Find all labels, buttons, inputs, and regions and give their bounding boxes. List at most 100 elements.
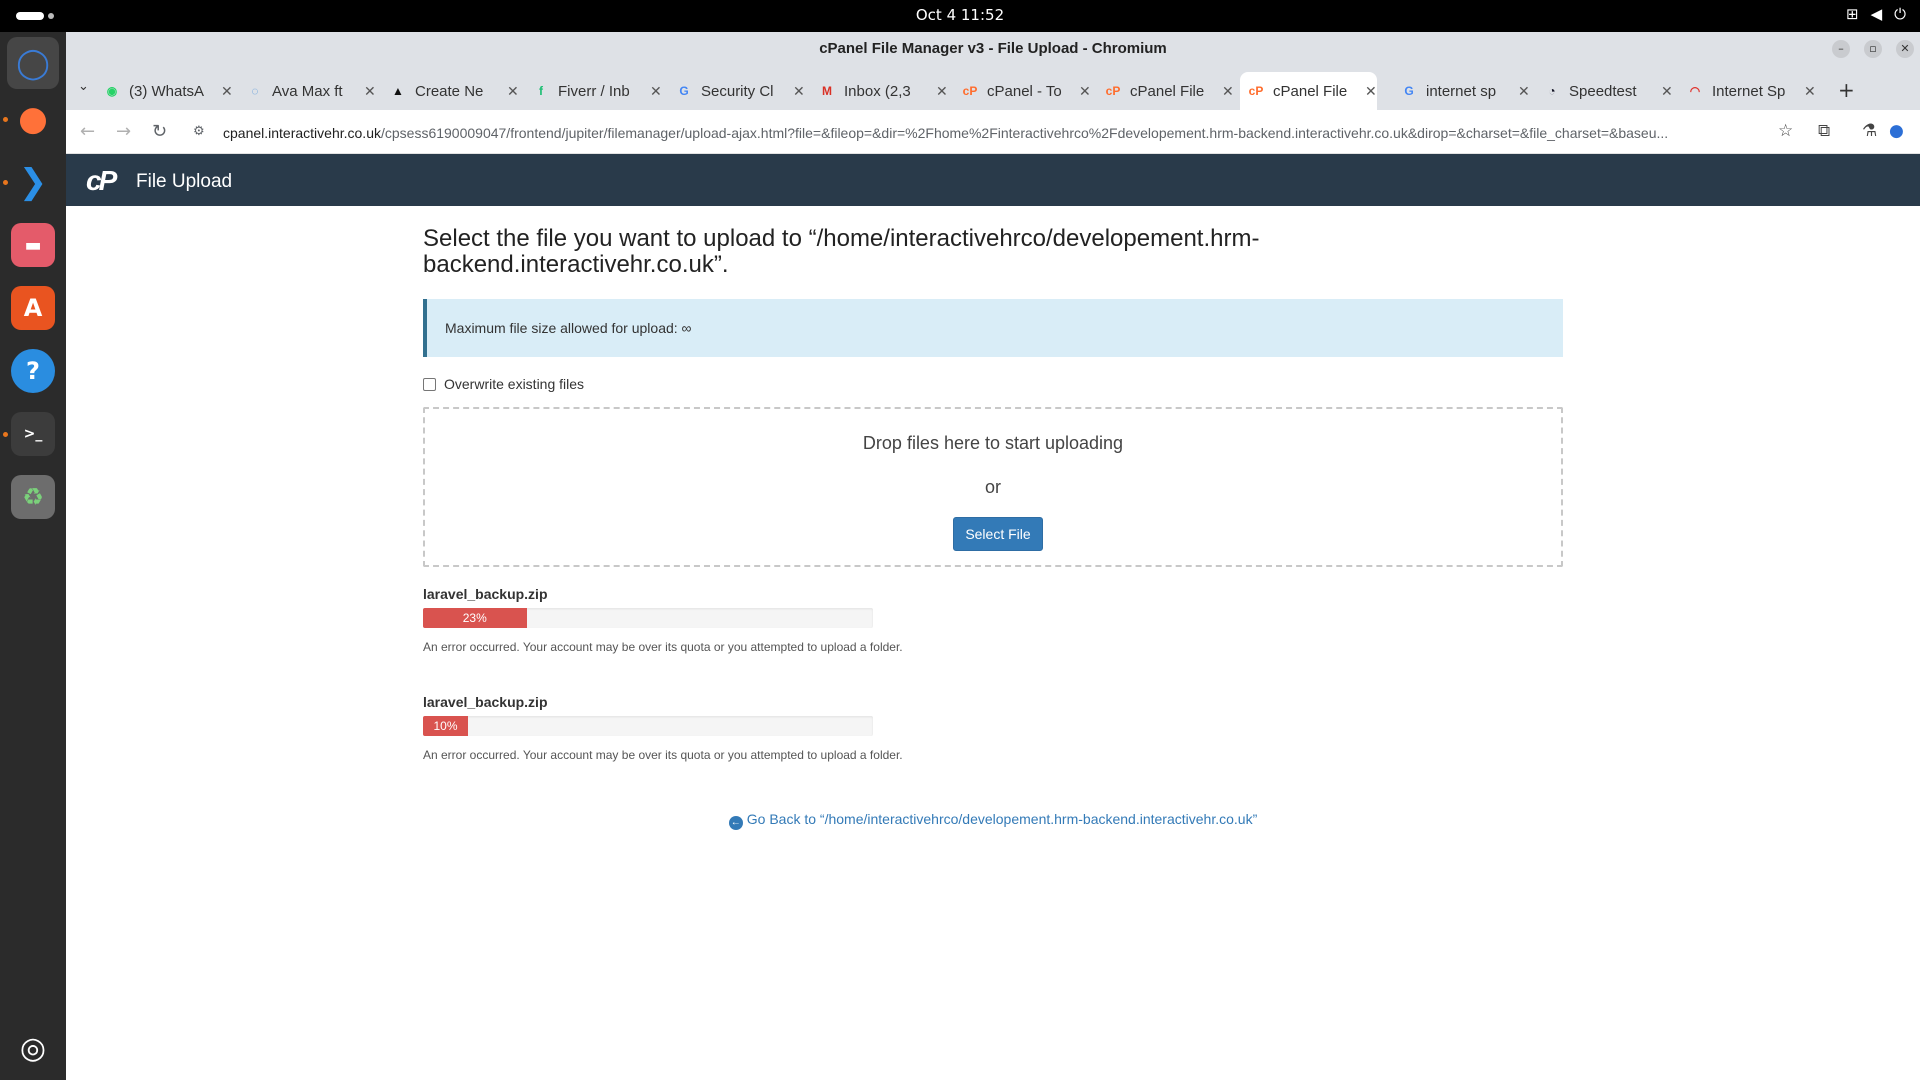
vscode-icon[interactable]: ❯ bbox=[11, 160, 55, 204]
close-tab-icon[interactable]: ✕ bbox=[936, 83, 948, 100]
google-icon: G bbox=[679, 84, 689, 98]
upload-destination-heading: Select the file you want to upload to “/… bbox=[423, 225, 1260, 278]
upload-progress-fill: 10% bbox=[423, 716, 468, 736]
overwrite-label: Overwrite existing files bbox=[444, 376, 585, 392]
browser-tab[interactable]: ◠ Internet Sp ✕ bbox=[1687, 72, 1816, 110]
tab-label: Fiverr / Inb bbox=[558, 82, 630, 100]
app-center-icon[interactable]: A bbox=[11, 286, 55, 330]
profile-avatar-icon[interactable]: ● bbox=[1889, 121, 1904, 141]
browser-tab[interactable]: f Fiverr / Inb ✕ bbox=[533, 72, 662, 110]
tab-search-chevron-icon[interactable]: ⌄ bbox=[78, 79, 89, 94]
file-dropzone[interactable]: Drop files here to start uploading or Se… bbox=[423, 407, 1563, 567]
close-tab-icon[interactable]: ✕ bbox=[221, 83, 233, 100]
bookmark-star-icon[interactable]: ☆ bbox=[1778, 121, 1793, 141]
system-tray[interactable]: ⊞ ◀ ⏻ bbox=[1846, 5, 1906, 23]
help-icon[interactable]: ? bbox=[11, 349, 55, 393]
google-icon: G bbox=[1404, 84, 1414, 98]
back-icon[interactable]: ← bbox=[80, 121, 95, 142]
or-separator: or bbox=[984, 477, 1001, 497]
firefox-icon[interactable]: ● bbox=[11, 97, 55, 141]
browser-tab[interactable]: ▲ Create Ne ✕ bbox=[390, 72, 519, 110]
browser-tab[interactable]: cP cPanel File ✕ bbox=[1240, 72, 1377, 110]
tab-label: Create Ne bbox=[415, 82, 484, 100]
close-tab-icon[interactable]: ✕ bbox=[793, 83, 805, 100]
network-icon[interactable]: ⊞ bbox=[1846, 5, 1859, 23]
files-icon[interactable]: ▬ bbox=[11, 223, 55, 267]
labs-flask-icon[interactable]: ⚗ bbox=[1862, 121, 1877, 141]
browser-tab[interactable]: M Inbox (2,3 ✕ bbox=[819, 72, 948, 110]
tab-label: cPanel File bbox=[1273, 82, 1348, 100]
power-icon[interactable]: ⏻ bbox=[1894, 5, 1906, 23]
close-tab-icon[interactable]: ✕ bbox=[1222, 83, 1234, 100]
upload-progress-bar: 23% bbox=[423, 608, 873, 628]
select-file-button[interactable]: Select File bbox=[953, 517, 1043, 551]
whatsapp-icon: ◉ bbox=[106, 84, 118, 98]
create-icon: ▲ bbox=[392, 84, 404, 98]
close-tab-icon[interactable]: ✕ bbox=[1518, 83, 1530, 100]
upload-progress-bar: 10% bbox=[423, 716, 873, 736]
upload-item: laravel_backup.zip 23% An error occurred… bbox=[423, 586, 903, 656]
fiverr-icon: f bbox=[539, 84, 543, 98]
tab-label: cPanel - To bbox=[987, 82, 1062, 100]
tab-label: Internet Sp bbox=[1712, 82, 1786, 100]
browser-tab[interactable]: cP cPanel File ✕ bbox=[1105, 72, 1234, 110]
close-tab-icon[interactable]: ✕ bbox=[1365, 83, 1377, 100]
tab-label: Speedtest bbox=[1569, 82, 1637, 100]
site-info-icon[interactable]: ⚙ bbox=[193, 124, 205, 139]
show-apps-icon[interactable]: ◎ bbox=[11, 1026, 55, 1070]
back-arrow-circle-icon: ← bbox=[728, 816, 743, 830]
new-tab-button[interactable]: + bbox=[1838, 78, 1855, 102]
cpanel-icon: cP bbox=[1105, 84, 1121, 98]
overwrite-checkbox[interactable] bbox=[423, 377, 436, 391]
reload-icon[interactable]: ↻ bbox=[152, 121, 167, 142]
browser-tab[interactable]: ◔ Speedtest ✕ bbox=[1544, 72, 1673, 110]
gmail-icon: M bbox=[822, 84, 832, 98]
menu-kebab-icon[interactable]: ⋮ bbox=[1916, 121, 1920, 141]
window-title: cPanel File Manager v3 - File Upload - C… bbox=[819, 40, 1167, 57]
close-tab-icon[interactable]: ✕ bbox=[364, 83, 376, 100]
trash-icon[interactable]: ♻ bbox=[11, 475, 55, 519]
chromium-icon[interactable]: ◯ bbox=[7, 37, 59, 89]
close-tab-icon[interactable]: ✕ bbox=[1661, 83, 1673, 100]
go-back-link[interactable]: ← Go Back to “/home/interactivehrco/devel… bbox=[66, 811, 1920, 830]
tab-label: Ava Max ft bbox=[272, 82, 343, 100]
tab-label: Security Cl bbox=[701, 82, 774, 100]
cpanel-icon: cP bbox=[1248, 84, 1264, 98]
minimize-icon[interactable]: – bbox=[1832, 40, 1850, 58]
browser-tab[interactable]: ◌ Ava Max ft ✕ bbox=[247, 72, 376, 110]
browser-tab[interactable]: G Security Cl ✕ bbox=[676, 72, 805, 110]
upload-error-message: An error occurred. Your account may be o… bbox=[423, 640, 903, 654]
close-tab-icon[interactable]: ✕ bbox=[1804, 83, 1816, 100]
overwrite-option[interactable]: Overwrite existing files bbox=[423, 376, 584, 392]
running-indicator bbox=[3, 180, 8, 185]
browser-title-bar: cPanel File Manager v3 - File Upload - C… bbox=[66, 32, 1920, 66]
cpanel-icon: cP bbox=[962, 84, 978, 98]
browser-tab[interactable]: ◉ (3) WhatsA ✕ bbox=[104, 72, 233, 110]
drop-instructions: Drop files here to start uploading bbox=[862, 433, 1124, 453]
system-clock[interactable]: Oct 4 11:52 bbox=[0, 6, 1920, 24]
volume-icon[interactable]: ◀ bbox=[1871, 5, 1883, 23]
running-indicator bbox=[3, 117, 8, 122]
close-tab-icon[interactable]: ✕ bbox=[507, 83, 519, 100]
upload-progress-fill: 23% bbox=[423, 608, 527, 628]
speedtest-icon: ◔ bbox=[1548, 84, 1556, 98]
upload-page-content: Select the file you want to upload to “/… bbox=[66, 206, 1920, 1080]
go-back-label: Go Back to “/home/interactivehrco/develo… bbox=[746, 811, 1258, 827]
forward-icon[interactable]: → bbox=[116, 121, 131, 142]
upload-filename: laravel_backup.zip bbox=[423, 694, 548, 710]
url-host: cpanel.interactivehr.co.uk bbox=[223, 125, 381, 141]
address-bar[interactable]: cpanel.interactivehr.co.uk/cpsess6190009… bbox=[223, 119, 1793, 147]
restore-icon[interactable]: ▫ bbox=[1864, 40, 1882, 58]
running-indicator bbox=[3, 432, 8, 437]
browser-tab[interactable]: Ginternet sp ✕ bbox=[1401, 72, 1530, 110]
browser-tab[interactable]: cP cPanel - To ✕ bbox=[962, 72, 1091, 110]
upload-error-message: An error occurred. Your account may be o… bbox=[423, 748, 903, 762]
cpanel-logo[interactable]: cP bbox=[86, 166, 130, 196]
close-tab-icon[interactable]: ✕ bbox=[650, 83, 662, 100]
terminal-icon[interactable]: >_ bbox=[11, 412, 55, 456]
close-window-icon[interactable]: ✕ bbox=[1896, 40, 1914, 58]
close-tab-icon[interactable]: ✕ bbox=[1079, 83, 1091, 100]
upload-item: laravel_backup.zip 10% An error occurred… bbox=[423, 694, 903, 764]
max-size-alert: Maximum file size allowed for upload: ∞ bbox=[423, 299, 1563, 357]
extensions-icon[interactable]: ⧉ bbox=[1818, 121, 1830, 141]
